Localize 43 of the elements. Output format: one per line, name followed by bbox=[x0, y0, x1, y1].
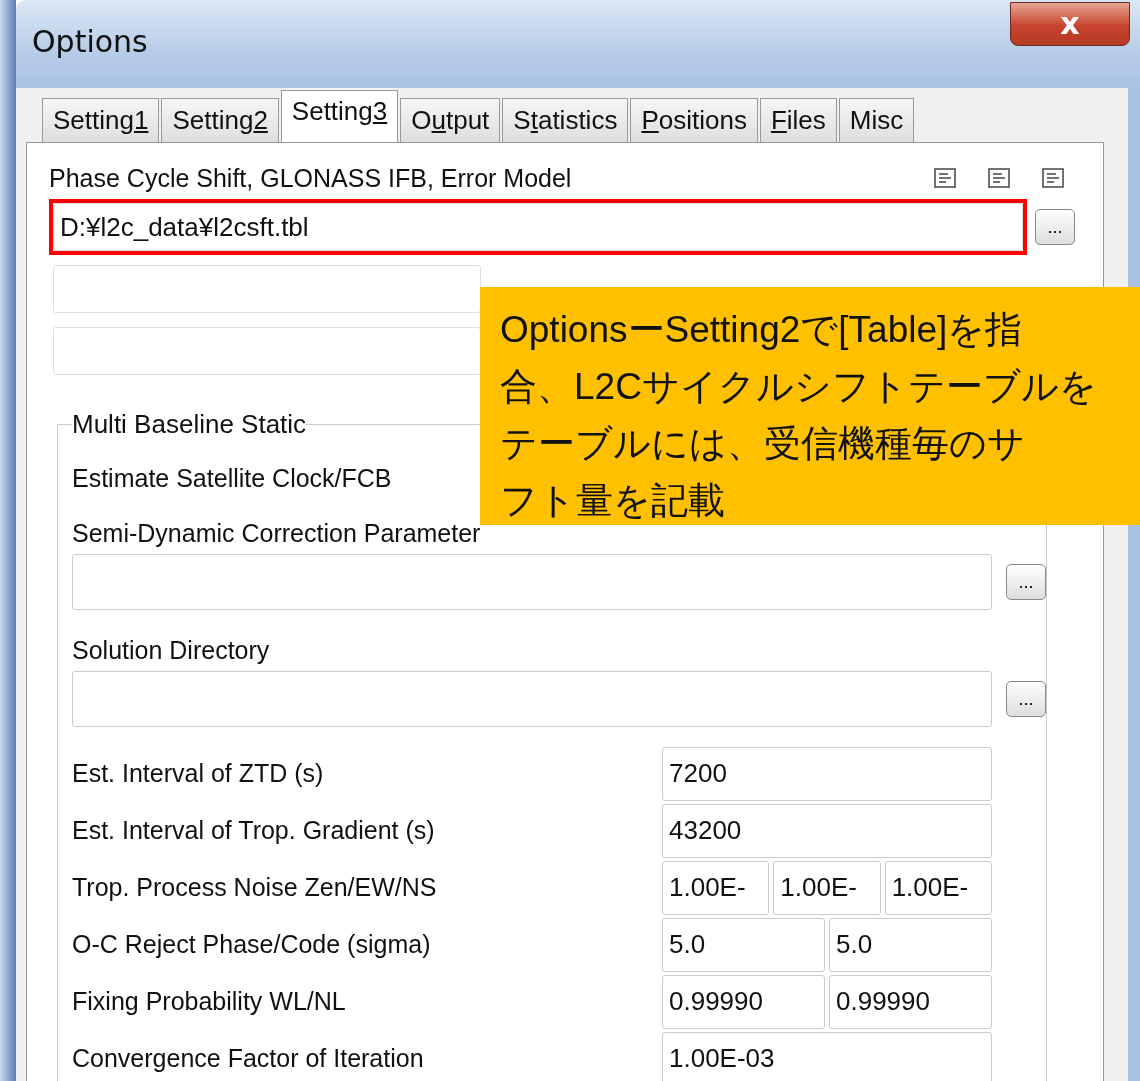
tab[interactable]: Misc bbox=[838, 98, 915, 142]
field-label: Fixing Probability WL/NL bbox=[72, 987, 346, 1016]
input-field[interactable] bbox=[72, 554, 992, 610]
text-file-icon[interactable] bbox=[934, 168, 956, 188]
input-field[interactable] bbox=[72, 671, 992, 727]
input-field[interactable]: 0.99990 bbox=[829, 974, 992, 1029]
section-label: Phase Cycle Shift, GLONASS IFB, Error Model bbox=[49, 163, 572, 193]
text-file-icon[interactable] bbox=[1042, 168, 1064, 188]
field-label: Convergence Factor of Iteration bbox=[72, 1044, 424, 1073]
input-field[interactable]: 0.99990 bbox=[662, 974, 825, 1029]
tab[interactable]: Statistics bbox=[502, 98, 629, 142]
browse-button[interactable]: ... bbox=[1006, 681, 1046, 717]
input-field[interactable]: 43200 bbox=[662, 803, 992, 858]
tab[interactable]: Files bbox=[759, 98, 837, 142]
browse-button[interactable]: ... bbox=[1006, 564, 1046, 600]
tab[interactable]: Output bbox=[400, 98, 501, 142]
close-button[interactable]: x bbox=[1010, 2, 1130, 46]
input-field[interactable]: 1.00E- bbox=[662, 860, 770, 915]
input-field[interactable] bbox=[53, 265, 481, 313]
tab[interactable]: Setting2 bbox=[161, 98, 279, 142]
input-field[interactable] bbox=[53, 327, 481, 375]
field-label: Trop. Process Noise Zen/EW/NS bbox=[72, 873, 437, 902]
field-label: Est. Interval of Trop. Gradient (s) bbox=[72, 816, 435, 845]
input-field[interactable]: 5.0 bbox=[829, 917, 992, 972]
tab[interactable]: Setting1 bbox=[42, 98, 160, 142]
annotation-callout: OptionsーSetting2で[Table]を指 合、L2Cサイクルシフトテーブルを テーブルには、受信機種毎のサ フト量を記載 bbox=[480, 287, 1140, 525]
input-field[interactable]: D:¥l2c_data¥l2csft.tbl bbox=[53, 203, 1023, 251]
tab[interactable]: Positions bbox=[630, 98, 758, 142]
field-label: O-C Reject Phase/Code (sigma) bbox=[72, 930, 431, 959]
field-label: Solution Directory bbox=[72, 636, 270, 665]
input-field[interactable]: 7200 bbox=[662, 746, 992, 801]
tab[interactable]: Setting3 bbox=[280, 90, 399, 142]
input-field[interactable]: 1.00E-03 bbox=[662, 1031, 992, 1081]
text-file-icon[interactable] bbox=[988, 168, 1010, 188]
field-label: Est. Interval of ZTD (s) bbox=[72, 759, 324, 788]
group-title: Multi Baseline Static bbox=[72, 409, 307, 440]
browse-button[interactable]: ... bbox=[1035, 209, 1075, 245]
input-field[interactable]: 1.00E- bbox=[773, 860, 881, 915]
input-field[interactable]: 1.00E- bbox=[884, 860, 992, 915]
field-label: Semi-Dynamic Correction Parameter bbox=[72, 519, 481, 548]
input-field[interactable]: 5.0 bbox=[662, 917, 825, 972]
window-title: Options bbox=[32, 23, 148, 59]
option-label: Estimate Satellite Clock/FCB bbox=[72, 464, 392, 493]
